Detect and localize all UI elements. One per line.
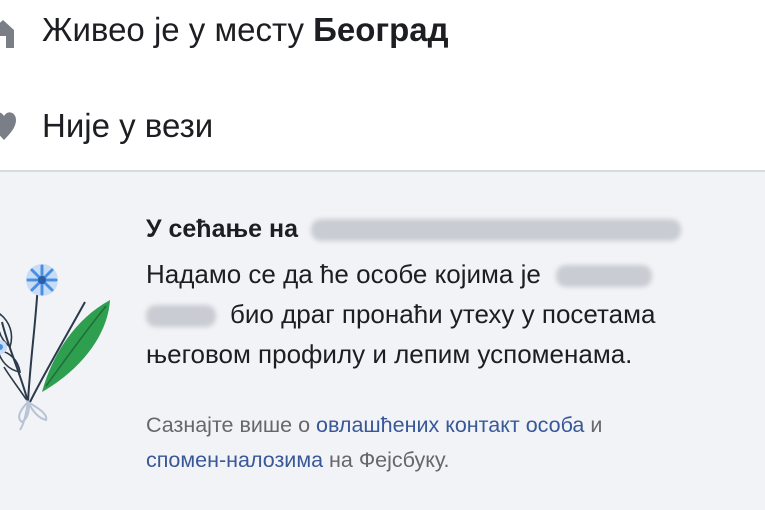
memorial-title: У сећање на — [146, 212, 681, 246]
heart-icon — [0, 110, 16, 149]
memorial-body-line-1: Надамо се да ће особе којима је — [146, 257, 653, 291]
lived-in-row: Живео је у месту Београд — [0, 10, 765, 54]
memorial-body-text-2: био драг пронаћи утеху у посетама — [230, 299, 656, 329]
learn-prefix: Сазнајте више о — [146, 413, 317, 437]
memorialized-accounts-link[interactable]: спомен-налозима — [146, 448, 323, 472]
home-icon — [0, 16, 14, 55]
lived-in-prefix: Живео је у месту — [42, 11, 314, 48]
legacy-contact-link[interactable]: овлашћених контакт особа — [316, 413, 584, 437]
flowers-illustration — [0, 252, 120, 437]
learn-more-line-2: спомен-налозима на Фејсбуку. — [146, 445, 449, 475]
redacted-name — [556, 265, 653, 288]
memorial-title-prefix: У сећање на — [146, 215, 298, 243]
learn-suffix: на Фејсбуку. — [323, 448, 450, 472]
learn-and: и — [584, 413, 603, 437]
memorial-body-line-3: његовом профилу и лепим успоменама. — [146, 339, 633, 369]
learn-more-line-1: Сазнајте више о овлашћених контакт особа… — [146, 410, 602, 440]
lived-in-place[interactable]: Београд — [313, 11, 448, 48]
memorial-body-line-2: био драг пронаћи утеху у посетама — [146, 297, 655, 331]
relationship-row: Није у вези — [0, 106, 765, 150]
lived-in-text: Живео је у месту Београд — [42, 10, 449, 50]
redacted-name — [146, 305, 216, 328]
memorial-body-text-1: Надамо се да ће особе којима је — [146, 259, 541, 289]
relationship-text: Није у вези — [42, 107, 214, 144]
redacted-name — [310, 219, 681, 242]
